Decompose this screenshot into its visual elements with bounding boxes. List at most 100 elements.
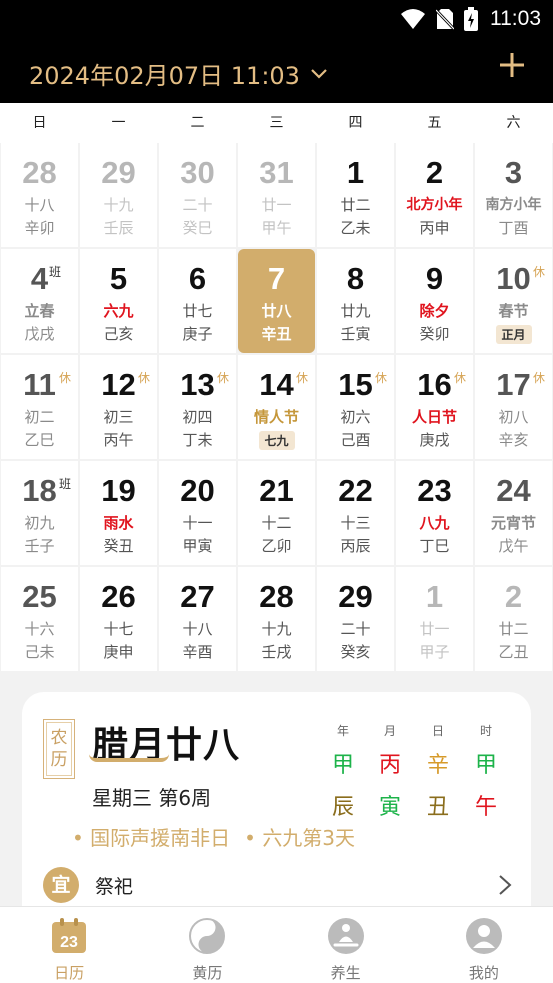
day-cell[interactable]: 10 休春节 正月 xyxy=(475,249,552,353)
yi-badge: 宜 xyxy=(43,867,79,903)
day-cell[interactable]: 16 休人日节 庚戌 xyxy=(396,355,473,459)
day-cell[interactable]: 15 休初六 己酉 xyxy=(317,355,394,459)
yi-text: 祭祀 xyxy=(95,875,134,898)
day-cell-selected[interactable]: 7 廿八 辛丑 xyxy=(238,249,315,353)
chevron-right-icon[interactable] xyxy=(497,874,513,896)
day-cell[interactable]: 2 廿二 乙丑 xyxy=(475,567,552,671)
day-number: 1 xyxy=(346,155,365,190)
ganzhi-year: 年 甲 辰 xyxy=(328,722,358,821)
day-number: 30 xyxy=(180,155,215,190)
day-lunar-text: 十二 xyxy=(261,514,292,532)
day-cell[interactable]: 5 六九 己亥 xyxy=(80,249,157,353)
day-ganzhi-text: 乙巳 xyxy=(24,431,55,449)
day-cell[interactable]: 9 除夕 癸卯 xyxy=(396,249,473,353)
tab-profile[interactable]: 我的 xyxy=(415,907,553,983)
lunar-seal: 农 历 xyxy=(43,719,75,779)
day-cell[interactable]: 12 休初三 丙午 xyxy=(80,355,157,459)
event-item[interactable]: 六九第3天 xyxy=(244,822,355,851)
day-cell[interactable]: 29 十九 壬辰 xyxy=(80,143,157,247)
day-ganzhi-text: 己酉 xyxy=(340,431,371,449)
tab-calendar[interactable]: 23 日历 xyxy=(0,907,138,983)
tab-label: 我的 xyxy=(468,964,499,982)
calendar-icon-day: 23 xyxy=(60,934,78,951)
profile-icon xyxy=(465,918,502,954)
weekday-label: 四 xyxy=(348,115,363,131)
day-ganzhi-text: 庚子 xyxy=(182,325,213,343)
day-detail-card: 农 历 腊月廿八 星期三 第6周 年 甲 辰 月 丙 寅 日 辛 丑 时 甲 午… xyxy=(22,692,531,942)
day-cell[interactable]: 28 十九 壬戌 xyxy=(238,567,315,671)
day-cell[interactable]: 26 十七 庚申 xyxy=(80,567,157,671)
day-cell[interactable]: 17 休初八 辛亥 xyxy=(475,355,552,459)
yi-row[interactable]: 宜 祭祀 xyxy=(43,867,513,903)
day-cell[interactable]: 21 十二 乙卯 xyxy=(238,461,315,565)
day-cell[interactable]: 23 八九 丁巳 xyxy=(396,461,473,565)
day-number: 27 xyxy=(180,579,215,614)
chevron-down-icon xyxy=(311,68,327,79)
day-cell[interactable]: 14 休情人节 七九 xyxy=(238,355,315,459)
status-time: 11:03 xyxy=(490,7,541,30)
calendar-grid: 28 十八 辛卯 29 十九 壬辰 30 二十 癸巳 31 廿一 甲午 1 廿二 乙未 2 北方小年 丙申 3 南方小… xyxy=(0,143,553,673)
day-cell[interactable]: 28 十八 辛卯 xyxy=(1,143,78,247)
day-lunar-text: 十八 xyxy=(182,620,213,638)
day-cell[interactable]: 30 二十 癸巳 xyxy=(159,143,236,247)
day-cell[interactable]: 13 休初四 丁未 xyxy=(159,355,236,459)
ganzhi-head: 年 xyxy=(336,724,349,738)
day-number: 29 xyxy=(338,579,373,614)
tab-label: 黄历 xyxy=(192,964,223,982)
day-cell[interactable]: 27 十八 辛酉 xyxy=(159,567,236,671)
ganzhi-branch: 午 xyxy=(474,795,497,820)
day-cell[interactable]: 29 二十 癸亥 xyxy=(317,567,394,671)
yin-yang-icon xyxy=(189,918,226,954)
day-cell[interactable]: 11 休初二 乙巳 xyxy=(1,355,78,459)
day-cell[interactable]: 1 廿一 甲子 xyxy=(396,567,473,671)
ganzhi-month: 月 丙 寅 xyxy=(375,722,405,821)
day-number: 3 xyxy=(504,155,523,190)
tab-almanac[interactable]: 黄历 xyxy=(138,907,276,983)
day-ganzhi-text: 癸亥 xyxy=(340,643,371,661)
day-cell[interactable]: 20 十一 甲寅 xyxy=(159,461,236,565)
day-lunar-text: 北方小年 xyxy=(406,197,463,213)
day-lunar-text: 廿九 xyxy=(340,302,371,320)
day-number: 28 xyxy=(22,155,57,190)
holiday-badge: 休 xyxy=(375,371,388,385)
day-cell[interactable]: 31 廿一 甲午 xyxy=(238,143,315,247)
date-picker[interactable]: 2024年02月07日 11:03 xyxy=(29,56,328,91)
day-cell[interactable]: 2 北方小年 丙申 xyxy=(396,143,473,247)
event-item[interactable]: 国际声援南非日 xyxy=(72,822,230,851)
day-lunar-text: 八九 xyxy=(419,514,450,532)
weekday-label: 二 xyxy=(190,115,205,131)
day-cell[interactable]: 1 廿二 乙未 xyxy=(317,143,394,247)
day-cell[interactable]: 8 廿九 壬寅 xyxy=(317,249,394,353)
day-cell[interactable]: 24 元宵节 戊午 xyxy=(475,461,552,565)
day-ganzhi-text: 壬戌 xyxy=(261,643,292,661)
day-cell[interactable]: 19 雨水 癸丑 xyxy=(80,461,157,565)
day-cell[interactable]: 6 廿七 庚子 xyxy=(159,249,236,353)
day-ganzhi-text: 辛卯 xyxy=(24,219,55,237)
holiday-badge: 休 xyxy=(217,371,230,385)
day-ganzhi-text: 甲午 xyxy=(261,219,292,237)
day-ganzhi-text: 甲寅 xyxy=(182,537,213,555)
weekday-header: 日 一 二 三 四 五 六 xyxy=(0,103,553,143)
day-number: 6 xyxy=(188,261,207,296)
lunar-underline xyxy=(89,754,169,762)
day-cell[interactable]: 4 班立春 戊戌 xyxy=(1,249,78,353)
day-cell[interactable]: 3 南方小年 丁酉 xyxy=(475,143,552,247)
add-button[interactable] xyxy=(499,52,525,78)
tab-health[interactable]: 养生 xyxy=(277,907,415,983)
ganzhi-stem: 甲 xyxy=(474,753,497,778)
day-lunar-text: 十九 xyxy=(103,196,134,214)
holiday-badge: 休 xyxy=(454,371,467,385)
day-ganzhi-text: 乙丑 xyxy=(498,643,529,661)
day-lunar-text: 廿二 xyxy=(498,620,529,638)
event-list: 国际声援南非日 六九第3天 xyxy=(72,822,355,851)
seal-text: 农 xyxy=(50,728,68,748)
day-lunar-text: 初三 xyxy=(103,408,134,426)
day-lunar-text: 初二 xyxy=(24,408,55,426)
day-cell[interactable]: 25 十六 己未 xyxy=(1,567,78,671)
day-tag: 正月 xyxy=(495,325,532,344)
day-lunar-text: 春节 xyxy=(498,302,529,320)
day-cell[interactable]: 22 十三 丙辰 xyxy=(317,461,394,565)
day-cell[interactable]: 18 班初九 壬子 xyxy=(1,461,78,565)
day-ganzhi-text: 戊午 xyxy=(498,537,529,555)
day-number: 21 xyxy=(259,473,294,508)
